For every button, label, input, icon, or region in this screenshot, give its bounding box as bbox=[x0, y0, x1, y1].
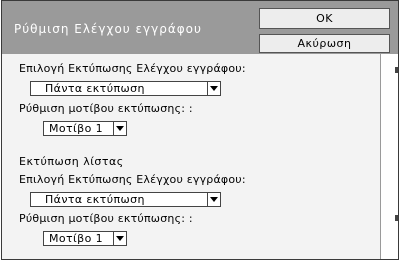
vertical-scrollbar[interactable] bbox=[380, 54, 398, 259]
section2-print-select-label: Επιλογή Εκτύπωσης Ελέγχου εγγράφου: bbox=[19, 173, 246, 186]
chevron-down-icon[interactable] bbox=[113, 122, 126, 135]
chevron-down-icon[interactable] bbox=[207, 82, 220, 95]
ok-button[interactable]: OK bbox=[259, 8, 390, 29]
section1-print-select-value: Πάντα εκτύπωση bbox=[45, 82, 145, 95]
section1-pattern-value: Μοτίβο 1 bbox=[49, 122, 104, 135]
cancel-button[interactable]: Ακύρωση bbox=[259, 34, 390, 53]
document-control-settings-dialog: Ρύθμιση Ελέγχου εγγράφου OK Ακύρωση Επιλ… bbox=[1, 0, 399, 260]
dialog-titlebar: Ρύθμιση Ελέγχου εγγράφου OK Ακύρωση bbox=[2, 1, 398, 54]
section2-print-select[interactable]: Πάντα εκτύπωση bbox=[30, 192, 221, 207]
section2-pattern-value: Μοτίβο 1 bbox=[49, 232, 104, 245]
section1-print-select-label: Επιλογή Εκτύπωσης Ελέγχου εγγράφου: bbox=[19, 62, 246, 75]
chevron-down-icon[interactable] bbox=[113, 232, 126, 245]
dialog-title: Ρύθμιση Ελέγχου εγγράφου bbox=[14, 22, 202, 36]
section1-pattern-label: Ρύθμιση μοτίβου εκτύπωσης: : bbox=[19, 102, 193, 115]
section1-pattern-select[interactable]: Μοτίβο 1 bbox=[43, 121, 127, 136]
section2-heading: Εκτύπωση λίστας bbox=[19, 155, 124, 168]
settings-content: Επιλογή Εκτύπωσης Ελέγχου εγγράφου: Πάντ… bbox=[2, 54, 380, 259]
section1-print-select[interactable]: Πάντα εκτύπωση bbox=[30, 81, 221, 96]
scrollbar-marker bbox=[395, 215, 398, 221]
section2-pattern-select[interactable]: Μοτίβο 1 bbox=[43, 231, 127, 246]
section2-pattern-label: Ρύθμιση μοτίβου εκτύπωσης: : bbox=[19, 212, 193, 225]
scrollbar-thumb[interactable] bbox=[395, 67, 398, 73]
chevron-down-icon[interactable] bbox=[207, 193, 220, 206]
section2-print-select-value: Πάντα εκτύπωση bbox=[45, 193, 145, 206]
